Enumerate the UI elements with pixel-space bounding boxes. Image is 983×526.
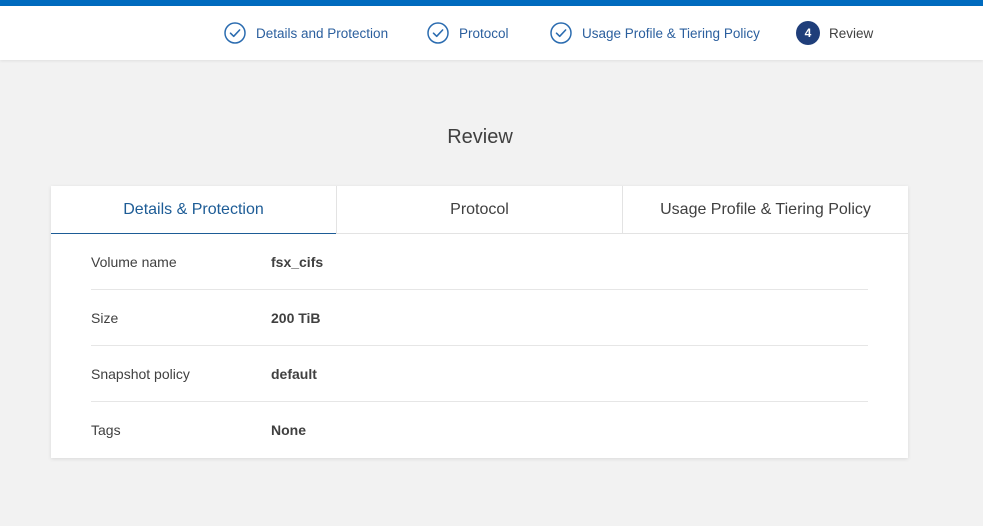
step-label: Usage Profile & Tiering Policy bbox=[582, 25, 760, 41]
review-tabs: Details & Protection Protocol Usage Prof… bbox=[51, 186, 908, 234]
page-title: Review bbox=[447, 126, 513, 148]
step-label: Review bbox=[829, 25, 874, 41]
detail-row-volume-name: Volume name fsx_cifs bbox=[91, 234, 868, 290]
check-circle-icon bbox=[224, 22, 246, 44]
step-review[interactable]: 4 Review bbox=[796, 6, 873, 60]
detail-label: Tags bbox=[91, 422, 121, 438]
detail-value: None bbox=[271, 422, 306, 438]
review-card: Details & Protection Protocol Usage Prof… bbox=[51, 186, 908, 458]
step-label: Details and Protection bbox=[256, 25, 389, 41]
detail-row-snapshot-policy: Snapshot policy default bbox=[91, 346, 868, 402]
tab-details-protection[interactable]: Details & Protection bbox=[51, 186, 336, 234]
step-protocol[interactable]: Protocol bbox=[427, 6, 509, 60]
step-details-protection[interactable]: Details and Protection bbox=[224, 6, 388, 60]
tab-usage-profile-tiering[interactable]: Usage Profile & Tiering Policy bbox=[622, 186, 908, 233]
tab-protocol[interactable]: Protocol bbox=[336, 186, 622, 233]
step-number-badge: 4 bbox=[796, 21, 820, 45]
step-usage-profile[interactable]: Usage Profile & Tiering Policy bbox=[550, 6, 760, 60]
check-circle-icon bbox=[427, 22, 449, 44]
detail-row-size: Size 200 TiB bbox=[91, 290, 868, 346]
detail-value: default bbox=[271, 365, 317, 382]
detail-value: 200 TiB bbox=[271, 309, 321, 326]
detail-value: fsx_cifs bbox=[271, 253, 324, 270]
review-details-list: Volume name fsx_cifs Size 200 TiB Snapsh… bbox=[51, 234, 908, 458]
wizard-stepper: Details and Protection Protocol Usage Pr… bbox=[0, 6, 983, 60]
detail-row-tags: Tags None bbox=[91, 402, 868, 458]
step-label: Protocol bbox=[459, 25, 509, 41]
check-circle-icon bbox=[550, 22, 572, 44]
detail-label: Size bbox=[91, 309, 119, 326]
detail-label: Snapshot policy bbox=[91, 365, 190, 382]
detail-label: Volume name bbox=[91, 253, 177, 270]
